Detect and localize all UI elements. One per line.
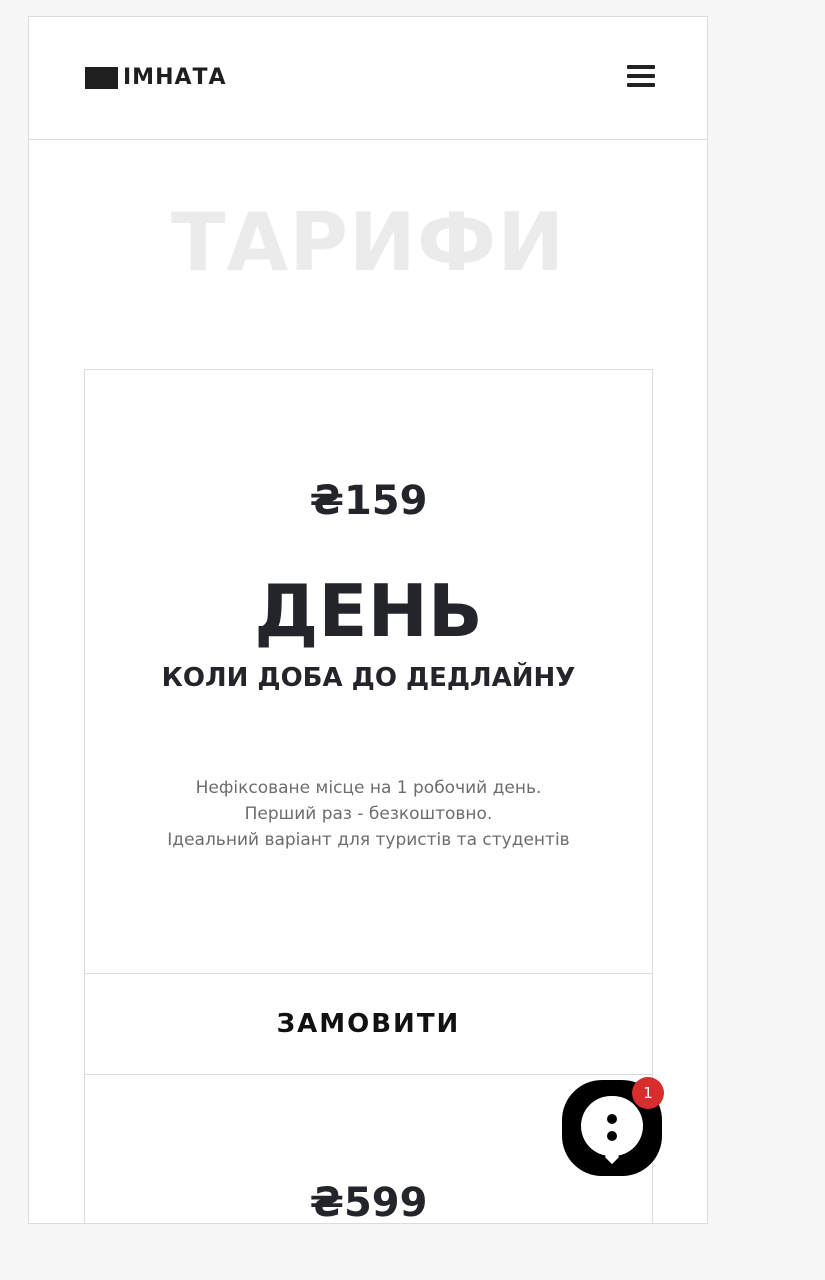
- plan-description: Нефіксоване місце на 1 робочий день. Пер…: [85, 775, 652, 853]
- hamburger-icon[interactable]: [627, 65, 655, 91]
- logo-mark: [85, 67, 124, 89]
- order-button[interactable]: ЗАМОВИТИ: [85, 973, 652, 1075]
- plan-subtitle: КОЛИ ДОБА ДО ДЕДЛАЙНУ: [161, 663, 576, 693]
- site-header: ІМНАТА: [29, 17, 707, 140]
- section-title: ТАРИФИ: [170, 196, 566, 289]
- logo-text: ІМНАТА: [123, 65, 227, 90]
- plan-price: ₴159: [309, 478, 428, 524]
- description-line: Нефіксоване місце на 1 робочий день.: [195, 778, 542, 798]
- notification-badge: 1: [632, 1077, 664, 1109]
- plan-name: ДЕНЬ: [254, 569, 483, 653]
- description-line: Ідеальний варіант для туристів та студен…: [167, 830, 570, 850]
- page-frame: ІМНАТА ТАРИФИ ₴159 ДЕНЬ КОЛИ ДОБА ДО ДЕД…: [28, 16, 708, 1224]
- chat-bubble: [581, 1096, 643, 1156]
- logo[interactable]: ІМНАТА: [85, 66, 227, 90]
- pricing-card: ₴159 ДЕНЬ КОЛИ ДОБА ДО ДЕДЛАЙНУ Нефіксов…: [84, 369, 653, 1224]
- description-line: Перший раз - безкоштовно.: [244, 804, 493, 824]
- next-plan-price: ₴599: [309, 1180, 428, 1224]
